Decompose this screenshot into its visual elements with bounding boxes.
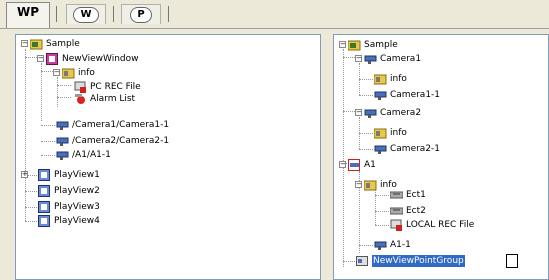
tree-label: A1 bbox=[364, 160, 376, 170]
tree-label: info bbox=[390, 128, 407, 138]
tree-label: /Camera1/Camera1-1 bbox=[72, 120, 170, 130]
tree-label: Alarm List bbox=[90, 94, 136, 104]
tab-w-label: W bbox=[73, 7, 99, 23]
alarm-icon bbox=[75, 94, 85, 104]
window-icon bbox=[46, 53, 58, 65]
camera-alarm-icon bbox=[348, 159, 360, 171]
camera-icon bbox=[364, 109, 377, 118]
tab-wp[interactable]: WP bbox=[6, 2, 50, 28]
collapse-toggle[interactable]: − bbox=[37, 55, 44, 62]
tree-label: Camera1 bbox=[380, 54, 422, 64]
record-file-icon bbox=[74, 81, 86, 93]
tree-label: Camera1-1 bbox=[390, 90, 441, 100]
tab-p-label: P bbox=[130, 7, 152, 23]
collapse-toggle[interactable]: − bbox=[355, 109, 362, 116]
project-folder-icon bbox=[348, 40, 361, 51]
collapse-toggle[interactable]: − bbox=[355, 181, 362, 188]
collapse-toggle[interactable]: − bbox=[21, 40, 28, 47]
info-folder-icon bbox=[364, 180, 377, 191]
tree-label: Camera2 bbox=[380, 108, 422, 118]
tree-label: PlayView4 bbox=[54, 216, 100, 226]
tab-w[interactable]: W bbox=[66, 4, 106, 24]
viewpoint-group-icon bbox=[356, 256, 368, 266]
camera-icon bbox=[56, 121, 69, 130]
tree-label: Sample bbox=[46, 39, 80, 49]
tree-label: NewViewWindow bbox=[62, 54, 139, 64]
record-file-icon bbox=[390, 219, 402, 231]
info-folder-icon bbox=[62, 68, 75, 79]
device-icon bbox=[390, 191, 403, 199]
camera-icon bbox=[374, 145, 387, 154]
tree-label: Ect2 bbox=[406, 206, 426, 216]
playview-icon bbox=[38, 215, 50, 227]
camera-icon bbox=[56, 137, 69, 146]
camera-icon bbox=[374, 91, 387, 100]
left-tree-pane[interactable]: − Sample − NewViewWindow − info PC REC F… bbox=[15, 34, 321, 280]
expand-toggle[interactable]: + bbox=[21, 171, 28, 178]
tree-label: Camera2-1 bbox=[390, 144, 441, 154]
tree-label: PlayView2 bbox=[54, 186, 100, 196]
playview-icon bbox=[38, 185, 50, 197]
tab-bar: WP W P bbox=[0, 0, 549, 29]
project-folder-icon bbox=[30, 39, 43, 50]
tree-label: info bbox=[78, 68, 95, 78]
collapse-toggle[interactable]: − bbox=[339, 161, 346, 168]
tree-label: PlayView3 bbox=[54, 202, 100, 212]
tree-label: PlayView1 bbox=[54, 170, 100, 180]
tab-p[interactable]: P bbox=[121, 4, 161, 24]
tree-label: NewViewPointGroup bbox=[372, 255, 465, 267]
info-folder-icon bbox=[374, 74, 387, 85]
playview-icon bbox=[38, 169, 50, 181]
tree-label: LOCAL REC File bbox=[406, 220, 475, 230]
tab-separator bbox=[56, 6, 57, 22]
tab-separator bbox=[168, 6, 169, 22]
tree-label: Ect1 bbox=[406, 190, 426, 200]
camera-icon bbox=[56, 151, 69, 160]
tree-label: PC REC File bbox=[90, 82, 141, 92]
playview-icon bbox=[38, 201, 50, 213]
tab-separator bbox=[113, 6, 114, 22]
tree-label: A1-1 bbox=[390, 240, 411, 250]
collapse-toggle[interactable]: − bbox=[53, 69, 60, 76]
collapse-toggle[interactable]: − bbox=[355, 55, 362, 62]
tree-label: /A1/A1-1 bbox=[72, 150, 111, 160]
tree-label: info bbox=[390, 74, 407, 84]
tree-label: /Camera2/Camera2-1 bbox=[72, 136, 170, 146]
info-folder-icon bbox=[374, 128, 387, 139]
camera-icon bbox=[374, 241, 387, 250]
right-tree-pane[interactable]: − Sample − Camera1 info Camera1-1 − Came… bbox=[333, 34, 549, 280]
camera-icon bbox=[364, 55, 377, 64]
collapse-toggle[interactable]: − bbox=[339, 41, 346, 48]
tab-wp-label: WP bbox=[16, 5, 40, 19]
tree-label: Sample bbox=[364, 40, 398, 50]
device-icon bbox=[390, 207, 403, 215]
